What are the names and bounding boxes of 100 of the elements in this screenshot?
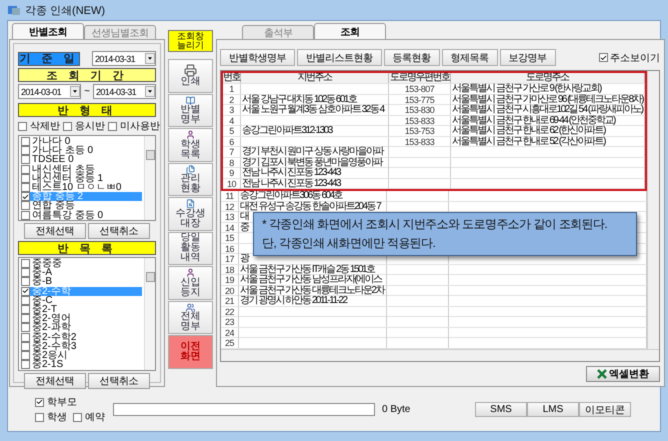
message-field[interactable]: [113, 403, 375, 416]
printer-icon: [184, 64, 197, 78]
list-item[interactable]: TDSEE 0: [21, 155, 142, 165]
checkbox[interactable]: [35, 412, 44, 422]
tab[interactable]: 조회: [314, 23, 386, 39]
checkbox-label: 삭제반: [30, 120, 60, 133]
checkbox[interactable]: [21, 155, 30, 164]
side-button[interactable]: 당일 활동 내역: [168, 232, 213, 265]
table-cell: 경기 부천시 원미구 상동 사랑마을아파: [241, 147, 389, 157]
checkbox[interactable]: [21, 259, 30, 268]
scrollbar[interactable]: [144, 258, 155, 370]
list-item[interactable]: 중2-1S: [21, 360, 142, 370]
people-icon: [184, 302, 197, 312]
checkbox[interactable]: [21, 183, 30, 192]
checkbox[interactable]: [63, 122, 72, 130]
list-item[interactable]: 테스트10 ㅁㅇㄴㅃ0: [21, 182, 142, 192]
report-button[interactable]: 반별리스트현황: [297, 49, 382, 66]
select-all-button[interactable]: 전체선택: [24, 223, 86, 239]
checkbox[interactable]: [21, 332, 30, 342]
scrollbar[interactable]: [221, 349, 659, 361]
document-search-icon: [184, 199, 197, 208]
side-button[interactable]: 신입 등지: [168, 266, 213, 300]
row-number: 9: [223, 168, 241, 178]
list-item[interactable]: 중2-과학: [21, 323, 142, 332]
table-cell: 서울특별시 금천구 한내로 62 (한신아파트): [451, 126, 645, 136]
scrollbar[interactable]: [646, 71, 659, 349]
checkbox[interactable]: [21, 146, 30, 156]
documents-icon: [184, 164, 197, 174]
checkbox[interactable]: [21, 268, 30, 278]
checkbox[interactable]: [73, 412, 82, 422]
notice-text: 단, 각종인쇄 새화면에만 적용된다.: [262, 235, 436, 252]
date-dropdown[interactable]: 2014-03-01: [18, 84, 81, 99]
list-item[interactable]: 가나다 0: [21, 137, 142, 146]
deselect-button[interactable]: 선택취소: [88, 223, 150, 239]
table-cell: 송강그린아파트306동 604호: [239, 191, 387, 201]
checkbox[interactable]: [21, 137, 30, 146]
list-item[interactable]: 여름특강 중등 0: [21, 210, 142, 220]
report-button[interactable]: 형제목록: [442, 49, 498, 66]
deselect-button[interactable]: 선택취소: [88, 373, 150, 389]
date-dropdown[interactable]: 2014-03-31: [93, 84, 156, 99]
checkbox[interactable]: [21, 192, 30, 202]
list-item[interactable]: 중2-영어: [21, 314, 142, 324]
side-button[interactable]: 수강생 대장: [168, 197, 213, 230]
side-button[interactable]: 학생 목록: [168, 128, 213, 162]
send-option-button[interactable]: 이모티콘: [579, 402, 631, 417]
tab[interactable]: 반별조회: [12, 23, 84, 39]
report-button[interactable]: 반별학생명부: [220, 49, 295, 66]
scrollbar[interactable]: [144, 136, 155, 220]
checkbox[interactable]: [21, 314, 30, 324]
list-item[interactable]: 가나다 초등 0: [21, 146, 142, 156]
side-button[interactable]: 인쇄: [168, 59, 213, 92]
list-item[interactable]: 내신센터 중등 1: [21, 174, 142, 183]
checkbox[interactable]: [21, 277, 30, 286]
checkbox-label: 미사용반: [120, 120, 160, 133]
checkbox[interactable]: [21, 286, 30, 296]
row-number: 5: [223, 126, 241, 136]
checkbox[interactable]: [21, 201, 30, 210]
column-header[interactable]: 번호: [223, 73, 241, 83]
checkbox[interactable]: [35, 398, 44, 406]
list-item[interactable]: 중2-수학2: [21, 332, 142, 342]
checkbox[interactable]: [21, 323, 30, 332]
row-number: 25: [221, 338, 239, 348]
checkbox[interactable]: [108, 122, 117, 130]
list-item[interactable]: 연합 중등: [21, 201, 142, 210]
list-item[interactable]: 중-C: [21, 296, 142, 305]
list-item[interactable]: 중2응시: [21, 350, 142, 360]
report-button[interactable]: 등록현황: [384, 49, 440, 66]
checkbox[interactable]: [21, 164, 30, 174]
checkbox[interactable]: [21, 210, 30, 220]
checkbox[interactable]: [21, 305, 30, 314]
table-cell: 서울특별시 금천구 시흥대로102길 54 (파랑새피아노): [451, 105, 645, 115]
list-item[interactable]: 중-A: [21, 268, 142, 278]
window-title: 각종 인쇄(NEW): [25, 4, 106, 18]
section-header: 반 목 록: [18, 241, 156, 255]
send-option-button[interactable]: LMS: [527, 402, 579, 417]
report-button[interactable]: 보강명부: [500, 49, 556, 66]
expand-button[interactable]: 조회창 늘리기: [168, 30, 213, 52]
date-dropdown[interactable]: 2014-03-31: [92, 51, 156, 66]
excel-button[interactable]: 엑셀변환: [586, 366, 660, 382]
checkbox-label: 학생: [47, 411, 67, 424]
checkbox[interactable]: [18, 122, 27, 130]
excel-icon: [596, 369, 607, 379]
list-item[interactable]: 중2-수학3: [21, 342, 142, 351]
tab[interactable]: 선생님별조회: [84, 25, 156, 39]
side-button[interactable]: 관리 현황: [168, 162, 213, 196]
list-item[interactable]: 중2-T: [21, 304, 142, 314]
side-button[interactable]: 전체 명부: [168, 300, 213, 334]
column-header[interactable]: 도로명우편번호: [389, 73, 451, 83]
table-cell: 153-753: [389, 126, 451, 136]
checkbox[interactable]: [21, 360, 30, 370]
checkbox[interactable]: [598, 53, 608, 62]
select-all-button[interactable]: 전체선택: [24, 373, 86, 389]
list-item[interactable]: 중-B: [21, 277, 142, 287]
side-button[interactable]: 반별 명부: [168, 94, 213, 127]
row-number: 11: [221, 191, 239, 201]
table-cell: 153-830: [389, 105, 451, 115]
list-item[interactable]: 중중중: [21, 259, 142, 268]
send-option-button[interactable]: SMS: [475, 402, 527, 417]
tab[interactable]: 출석부: [242, 25, 314, 39]
list-item[interactable]: 내신센터 초등: [21, 164, 142, 174]
